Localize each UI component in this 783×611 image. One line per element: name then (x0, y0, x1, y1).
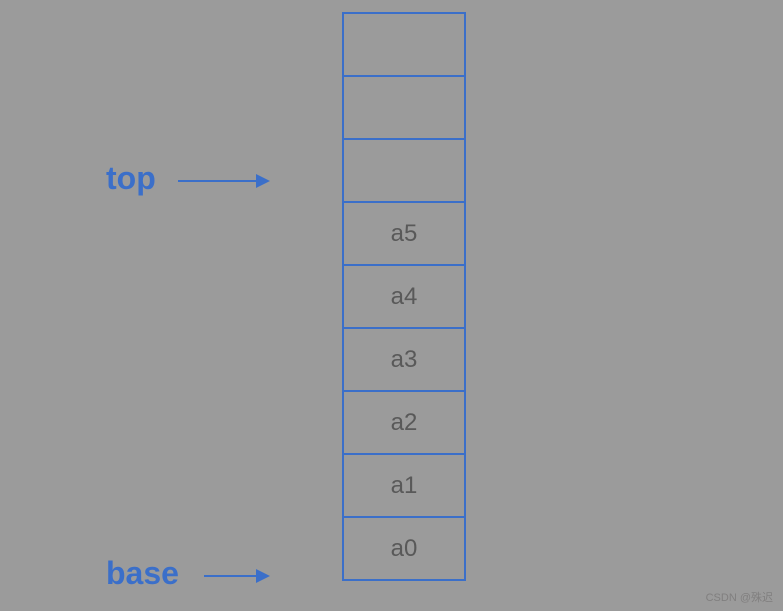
base-pointer-label: base (106, 555, 179, 592)
stack-cell: a1 (342, 453, 466, 518)
stack-cell (342, 138, 466, 203)
top-pointer-label: top (106, 160, 156, 197)
stack-cell: a0 (342, 516, 466, 581)
stack-cell: a4 (342, 264, 466, 329)
stack-cell: a5 (342, 201, 466, 266)
stack-cell: a2 (342, 390, 466, 455)
top-pointer-arrow (178, 180, 268, 182)
stack-container: a5 a4 a3 a2 a1 a0 (342, 12, 466, 581)
stack-cell (342, 12, 466, 77)
stack-cell (342, 75, 466, 140)
stack-cell: a3 (342, 327, 466, 392)
watermark-text: CSDN @殊迟 (706, 589, 773, 605)
base-pointer-arrow (204, 575, 268, 577)
